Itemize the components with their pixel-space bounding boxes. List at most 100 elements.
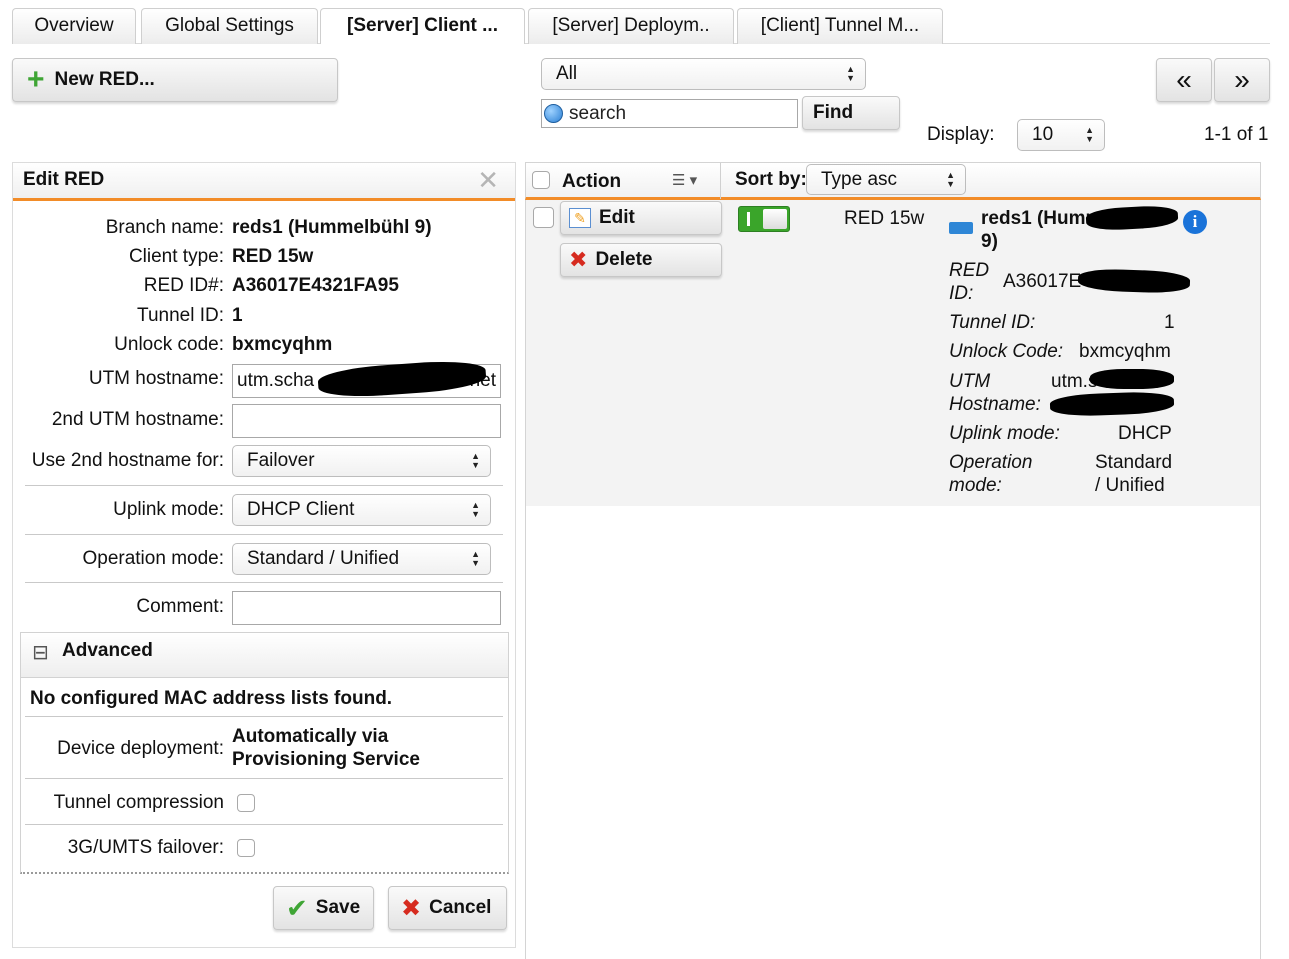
divider xyxy=(25,534,503,535)
branch-name-label: Branch name: xyxy=(105,217,224,238)
redaction-mark xyxy=(1090,369,1174,389)
device-deployment-line1: Automatically via xyxy=(232,726,389,747)
use2-select-value: Failover xyxy=(247,450,315,471)
device-icon xyxy=(949,222,973,234)
uplink-mode-label-row: Uplink mode: xyxy=(949,423,1060,444)
new-red-button[interactable]: + New RED... xyxy=(12,58,338,102)
edit-red-header: Edit RED ✕ xyxy=(13,163,515,201)
save-button[interactable]: ✔ Save xyxy=(273,886,374,930)
red-id-label-2: ID: xyxy=(949,283,974,304)
use2-hostname-select[interactable]: Failover ▲ ▼ xyxy=(232,445,491,477)
tab-global-settings[interactable]: Global Settings xyxy=(141,8,318,44)
row-name-end: 9) xyxy=(981,231,998,252)
row-tunnel-id: 1 xyxy=(1164,312,1175,333)
tunnel-id-value: 1 xyxy=(232,305,243,326)
close-icon[interactable]: ✕ xyxy=(477,163,499,197)
device-deployment-label: Device deployment: xyxy=(57,738,224,759)
cross-icon: ✖ xyxy=(401,894,422,922)
operation-mode-select[interactable]: Standard / Unified ▲ ▼ xyxy=(232,543,491,575)
device-deployment-line2: Provisioning Service xyxy=(232,749,420,770)
toggle-knob xyxy=(763,209,787,229)
tunnel-id-label: Tunnel ID: xyxy=(137,305,224,326)
client-type-cell: RED 15w xyxy=(844,208,925,229)
select-arrows-icon: ▲ ▼ xyxy=(471,549,480,568)
list-menu-icon[interactable]: ☰ ▾ xyxy=(672,171,697,189)
operation-mode-label: Operation mode: xyxy=(82,548,224,569)
unlock-code-label-row: Unlock Code: xyxy=(949,341,1064,362)
uplink-mode-label: Uplink mode: xyxy=(113,499,224,520)
pagination-text: 1-1 of 1 xyxy=(1204,124,1269,145)
umts-failover-checkbox[interactable] xyxy=(237,839,255,857)
display-select[interactable]: 10 ▲ ▼ xyxy=(1017,119,1105,151)
save-label: Save xyxy=(315,897,361,918)
divider xyxy=(25,824,503,825)
edit-button[interactable]: ✎ Edit xyxy=(560,201,722,235)
divider xyxy=(25,485,503,486)
sort-select[interactable]: Type asc ▲ ▼ xyxy=(806,164,966,195)
comment-label: Comment: xyxy=(136,596,224,617)
tab-client-tunnel[interactable]: [Client] Tunnel M... xyxy=(737,8,943,44)
find-button[interactable]: Find xyxy=(802,96,900,130)
comment-input[interactable] xyxy=(232,591,501,625)
cancel-label: Cancel xyxy=(429,897,492,918)
edit-red-title: Edit RED xyxy=(23,169,105,190)
select-arrows-icon: ▲ ▼ xyxy=(471,451,480,470)
branch-name-value: reds1 (Hummelbühl 9) xyxy=(232,217,432,238)
search-input[interactable]: search xyxy=(541,99,798,128)
row-operation-mode-2: / Unified xyxy=(1095,475,1165,496)
utm2-hostname-input[interactable] xyxy=(232,404,501,438)
row-checkbox[interactable] xyxy=(533,207,554,228)
client-type-label: Client type: xyxy=(128,246,224,267)
delete-label: Delete xyxy=(595,249,653,270)
divider xyxy=(25,582,503,583)
toggle-on-mark xyxy=(747,212,750,226)
delete-button[interactable]: ✖ Delete xyxy=(560,243,722,277)
select-arrows-icon: ▲ ▼ xyxy=(846,64,855,83)
filter-select[interactable]: All ▲ ▼ xyxy=(541,58,866,90)
next-page-button[interactable]: » xyxy=(1214,58,1270,102)
tab-overview[interactable]: Overview xyxy=(12,8,136,44)
row-unlock-code: bxmcyqhm xyxy=(1079,341,1171,362)
enable-toggle[interactable] xyxy=(738,206,790,232)
red-id-value: A36017E4321FA95 xyxy=(232,275,399,296)
edit-label: Edit xyxy=(599,207,635,228)
use2-label: Use 2nd hostname for: xyxy=(31,450,224,471)
checkmark-icon: ✔ xyxy=(286,892,308,923)
select-arrows-icon: ▲ ▼ xyxy=(471,500,480,519)
cross-icon: ✖ xyxy=(569,247,588,272)
operation-select-value: Standard / Unified xyxy=(247,548,400,569)
row-uplink-mode: DHCP xyxy=(1118,423,1172,444)
row-operation-mode-1: Standard xyxy=(1095,452,1173,473)
divider xyxy=(25,778,503,779)
operation-label-2: mode: xyxy=(949,475,1002,496)
no-mac-message: No configured MAC address lists found. xyxy=(30,688,393,709)
red-id-label: RED ID#: xyxy=(143,275,224,296)
tunnel-compression-label: Tunnel compression xyxy=(53,792,224,813)
list-empty-area xyxy=(525,506,1261,959)
utm2-label: 2nd UTM hostname: xyxy=(51,409,224,430)
utm-hostname-start: utm.scha xyxy=(237,370,315,391)
uplink-select-value: DHCP Client xyxy=(247,499,355,520)
collapse-icon[interactable]: ⊟ xyxy=(32,640,49,665)
prev-page-button[interactable]: « xyxy=(1156,58,1212,102)
advanced-title[interactable]: Advanced xyxy=(62,640,153,662)
filter-select-value: All xyxy=(556,63,578,84)
utm-label-2: Hostname: xyxy=(949,394,1041,415)
tunnel-compression-checkbox[interactable] xyxy=(237,794,255,812)
red-id-label-1: RED xyxy=(949,260,990,281)
search-icon xyxy=(544,104,563,123)
plus-icon: + xyxy=(27,63,45,96)
tab-bar: Overview Global Settings [Server] Client… xyxy=(12,8,1270,44)
tunnel-id-label-row: Tunnel ID: xyxy=(949,312,1036,333)
sort-select-value: Type asc xyxy=(821,168,898,190)
select-arrows-icon: ▲ ▼ xyxy=(1085,125,1094,144)
utm-hostname-label: UTM hostname: xyxy=(88,368,224,389)
client-type-value: RED 15w xyxy=(232,246,314,267)
select-all-checkbox[interactable] xyxy=(532,171,550,189)
tab-server-client[interactable]: [Server] Client ... xyxy=(320,8,525,44)
cancel-button[interactable]: ✖ Cancel xyxy=(388,886,507,930)
uplink-mode-select[interactable]: DHCP Client ▲ ▼ xyxy=(232,494,491,526)
tab-server-deployment[interactable]: [Server] Deploym.. xyxy=(528,8,734,44)
info-icon[interactable]: i xyxy=(1183,210,1207,234)
umts-failover-label: 3G/UMTS failover: xyxy=(67,837,224,858)
